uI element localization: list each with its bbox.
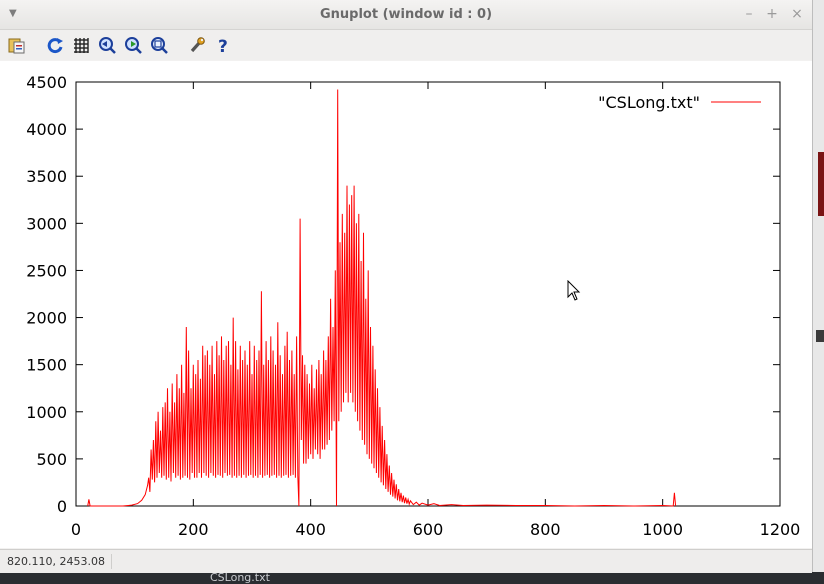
x-tick-label: 200 — [178, 520, 209, 539]
y-tick-label: 4000 — [26, 120, 67, 139]
zoom-autoscale-button[interactable] — [148, 34, 170, 56]
x-tick-label: 400 — [295, 520, 326, 539]
grid-button[interactable] — [70, 34, 92, 56]
toolbar: ? — [0, 30, 812, 60]
y-tick-label: 3500 — [26, 167, 67, 186]
maximize-button[interactable]: + — [764, 6, 780, 22]
grid-icon — [74, 38, 89, 53]
copy-clipboard-icon — [8, 38, 25, 54]
y-tick-label: 3000 — [26, 214, 67, 233]
y-tick-label: 2000 — [26, 309, 67, 328]
plot-canvas[interactable]: 0 500 1000 1500 2000 2500 3000 3500 4000 4500 0 200… — [0, 61, 812, 548]
x-tick-label: 0 — [71, 520, 81, 539]
background-window-fragment — [818, 152, 824, 216]
gnuplot-window: ▼ Gnuplot (window id : 0) – + × ? 0 500 … — [0, 0, 813, 573]
help-button[interactable]: ? — [212, 34, 234, 56]
taskbar-item-label[interactable]: CSLong.txt — [210, 572, 270, 584]
window-title: Gnuplot (window id : 0) — [319, 7, 493, 22]
taskbar — [0, 572, 824, 584]
settings-wrench-icon — [190, 37, 205, 53]
zoom-next-button[interactable] — [122, 34, 144, 56]
help-icon: ? — [218, 37, 228, 54]
svg-text:?: ? — [218, 37, 228, 54]
chart: 0 500 1000 1500 2000 2500 3000 3500 4000 4500 0 200… — [26, 73, 801, 539]
zoom-next-icon — [125, 37, 142, 54]
mouse-pointer-icon — [567, 280, 581, 301]
plot-border — [75, 81, 781, 507]
x-tick-label: 1200 — [760, 520, 801, 539]
close-button[interactable]: × — [789, 6, 805, 22]
titlebar[interactable]: ▼ Gnuplot (window id : 0) – + × — [0, 0, 812, 30]
settings-button[interactable] — [186, 34, 208, 56]
y-tick-label: 0 — [57, 497, 67, 516]
replot-icon — [47, 38, 63, 54]
x-tick-label: 1000 — [642, 520, 683, 539]
copy-clipboard-button[interactable] — [6, 34, 28, 56]
y-tick-label: 2500 — [26, 261, 67, 280]
desktop-background — [812, 0, 824, 584]
zoom-previous-button[interactable] — [96, 34, 118, 56]
y-tick-label: 500 — [36, 450, 67, 469]
legend-label: "CSLong.txt" — [598, 93, 700, 112]
replot-button[interactable] — [44, 34, 66, 56]
series-line-0 — [87, 89, 677, 507]
statusbar: 820.110, 2453.08 — [0, 549, 812, 573]
y-tick-label: 4500 — [26, 73, 67, 92]
y-tick-label: 1000 — [26, 403, 67, 422]
minimize-button[interactable]: – — [741, 6, 757, 22]
mouse-coordinates-readout: 820.110, 2453.08 — [7, 555, 105, 568]
x-tick-label: 600 — [413, 520, 444, 539]
background-window-fragment — [816, 330, 824, 342]
zoom-autoscale-icon — [151, 37, 168, 54]
zoom-prev-icon — [99, 37, 116, 54]
y-tick-label: 1500 — [26, 356, 67, 375]
statusbar-field — [111, 554, 812, 569]
x-tick-label: 800 — [530, 520, 561, 539]
